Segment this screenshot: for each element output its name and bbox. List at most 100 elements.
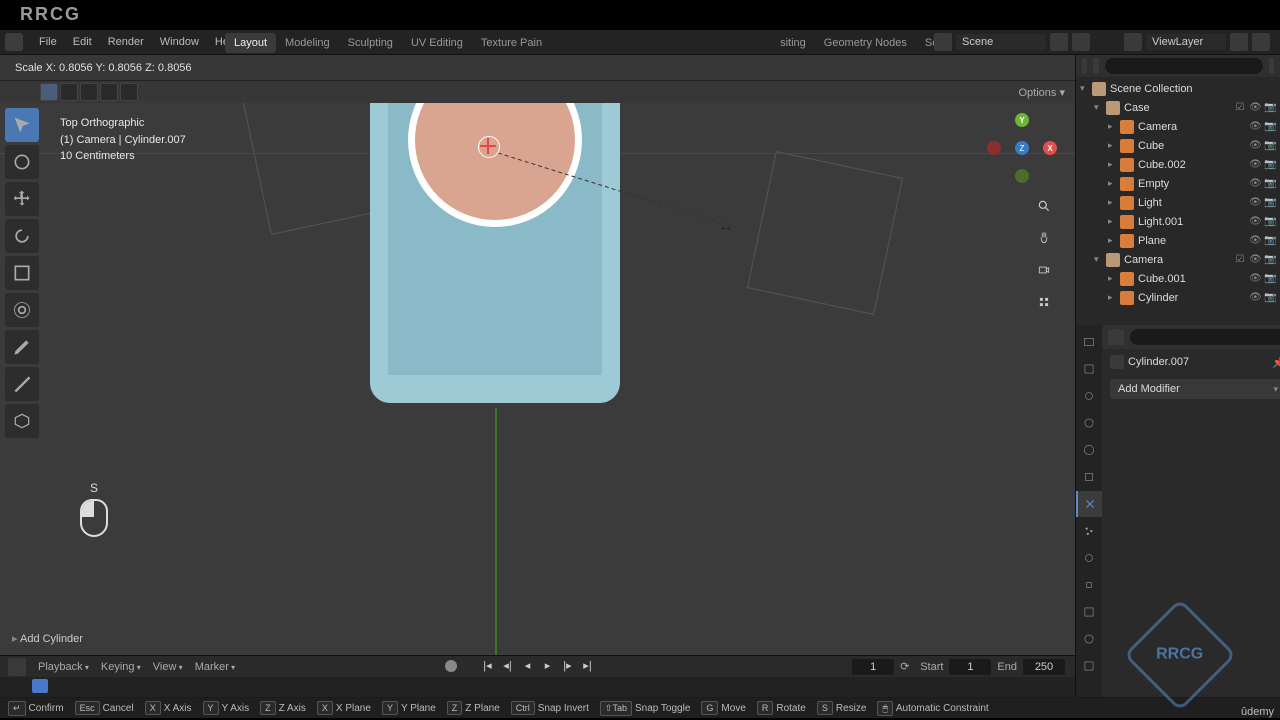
outliner-row[interactable]: ▸Cube.001👁📷	[1076, 269, 1280, 288]
prop-tab-particle[interactable]	[1076, 518, 1102, 544]
nav-pan-icon[interactable]	[1031, 225, 1057, 251]
outliner-row[interactable]: ▾Camera☑👁📷	[1076, 250, 1280, 269]
timeline-marker[interactable]: Marker	[189, 659, 241, 675]
tool-cursor[interactable]	[5, 145, 39, 179]
blender-logo[interactable]	[5, 33, 23, 51]
ws-modeling[interactable]: Modeling	[276, 33, 339, 53]
prop-tab-output[interactable]	[1076, 356, 1102, 382]
prop-tab-object[interactable]	[1076, 464, 1102, 490]
play-icon[interactable]: ▸	[539, 659, 557, 675]
gizmo-z[interactable]: Z	[1015, 141, 1029, 155]
tool-rotate[interactable]	[5, 219, 39, 253]
outliner-row[interactable]: ▾Case☑👁📷	[1076, 98, 1280, 117]
outliner-row[interactable]: ▸Light👁📷	[1076, 193, 1280, 212]
outliner-type-icon[interactable]	[1082, 58, 1087, 74]
nav-camera-icon[interactable]	[1031, 257, 1057, 283]
select-mode-2[interactable]	[60, 83, 78, 101]
3d-viewport[interactable]: ↔ Top Orthographic (1) Camera | Cylinder…	[0, 103, 1075, 655]
timeline-playback[interactable]: Playback	[32, 659, 95, 675]
select-modes	[40, 83, 138, 101]
outliner-row[interactable]: ▸Cube👁📷	[1076, 136, 1280, 155]
ws-geonodes[interactable]: Geometry Nodes	[815, 33, 916, 53]
ws-sculpting[interactable]: Sculpting	[339, 33, 402, 53]
prop-tab-world[interactable]	[1076, 437, 1102, 463]
timeline-view[interactable]: View	[147, 659, 189, 675]
viewlayer-name-input[interactable]	[1146, 34, 1226, 50]
prop-tab-render[interactable]	[1076, 329, 1102, 355]
prop-tab-scene[interactable]	[1076, 410, 1102, 436]
prop-tab-modifier[interactable]	[1076, 491, 1102, 517]
outliner-scene-collection[interactable]: ▾ Scene Collection	[1076, 79, 1280, 98]
select-mode-1[interactable]	[40, 83, 58, 101]
outliner-row[interactable]: ▸Light.001👁📷	[1076, 212, 1280, 231]
viewlayer-icon[interactable]	[1124, 33, 1142, 51]
viewlayer-new-icon[interactable]	[1230, 33, 1248, 51]
viewlayer-del-icon[interactable]	[1252, 33, 1270, 51]
ws-uv[interactable]: UV Editing	[402, 33, 472, 53]
last-operator-panel[interactable]: Add Cylinder	[12, 632, 83, 645]
gizmo-neg-x[interactable]	[987, 141, 1001, 155]
tool-move[interactable]	[5, 182, 39, 216]
viewport-options[interactable]: Options ▾	[1019, 86, 1066, 99]
menu-render[interactable]: Render	[100, 33, 152, 51]
properties-type-icon[interactable]	[1108, 329, 1124, 345]
tool-add-cube[interactable]	[5, 404, 39, 438]
prop-tab-constraint[interactable]	[1076, 572, 1102, 598]
start-frame[interactable]	[949, 659, 991, 675]
tool-scale[interactable]	[5, 256, 39, 290]
tool-measure[interactable]	[5, 367, 39, 401]
autokey-icon[interactable]	[445, 660, 457, 672]
keyframe-next-icon[interactable]: |▸	[559, 659, 577, 675]
statusbar-hint: ZZ Plane	[447, 701, 500, 715]
outliner-row[interactable]: ▸Plane👁📷	[1076, 231, 1280, 250]
select-mode-3[interactable]	[80, 83, 98, 101]
outliner-row[interactable]: ▸Camera👁📷	[1076, 117, 1280, 136]
timeline-keying[interactable]: Keying	[95, 659, 147, 675]
timeline-track[interactable]	[0, 677, 1075, 697]
current-frame[interactable]	[852, 659, 894, 675]
add-modifier-dropdown[interactable]: Add Modifier	[1110, 379, 1280, 399]
prop-tab-texture[interactable]	[1076, 653, 1102, 679]
scene-name-input[interactable]	[956, 34, 1046, 50]
playhead[interactable]	[32, 679, 48, 693]
menu-edit[interactable]: Edit	[65, 33, 100, 51]
keyframe-prev-icon[interactable]: ◂|	[499, 659, 517, 675]
ws-layout[interactable]: Layout	[225, 33, 276, 53]
prop-tab-material[interactable]	[1076, 626, 1102, 652]
scene-new-icon[interactable]	[1050, 33, 1068, 51]
outliner-display-icon[interactable]	[1093, 58, 1098, 74]
scene-browse-icon[interactable]	[934, 33, 952, 51]
properties-search[interactable]	[1130, 329, 1280, 345]
ws-compositing[interactable]: siting	[771, 33, 815, 53]
mouse-icon	[80, 499, 108, 537]
nav-zoom-icon[interactable]	[1031, 193, 1057, 219]
gizmo-neg-y[interactable]	[1015, 169, 1029, 183]
gizmo-x[interactable]: X	[1043, 141, 1057, 155]
nav-gizmo[interactable]: Y X Z	[987, 113, 1057, 183]
end-frame[interactable]	[1023, 659, 1065, 675]
tool-annotate[interactable]	[5, 330, 39, 364]
play-rev-icon[interactable]: ◂	[519, 659, 537, 675]
prop-tab-viewlayer[interactable]	[1076, 383, 1102, 409]
select-mode-5[interactable]	[120, 83, 138, 101]
outliner-row[interactable]: ▸Cube.002👁📷	[1076, 155, 1280, 174]
outliner-row[interactable]: ▸Cylinder👁📷	[1076, 288, 1280, 307]
menu-file[interactable]: File	[31, 33, 65, 51]
pressed-key: S	[80, 481, 108, 495]
select-mode-4[interactable]	[100, 83, 118, 101]
outliner-filter-icon[interactable]	[1269, 58, 1274, 74]
gizmo-y[interactable]: Y	[1015, 113, 1029, 127]
menu-window[interactable]: Window	[152, 33, 207, 51]
prop-tab-physics[interactable]	[1076, 545, 1102, 571]
prop-tab-data[interactable]	[1076, 599, 1102, 625]
jump-end-icon[interactable]: ▸|	[579, 659, 597, 675]
outliner-search[interactable]	[1105, 58, 1263, 74]
nav-persp-icon[interactable]	[1031, 289, 1057, 315]
scene-del-icon[interactable]	[1072, 33, 1090, 51]
tool-transform[interactable]	[5, 293, 39, 327]
timeline-editor-type-icon[interactable]	[8, 658, 26, 676]
outliner-row[interactable]: ▸Empty👁📷	[1076, 174, 1280, 193]
jump-start-icon[interactable]: |◂	[479, 659, 497, 675]
tool-select-box[interactable]	[5, 108, 39, 142]
ws-texture[interactable]: Texture Pain	[472, 33, 551, 53]
